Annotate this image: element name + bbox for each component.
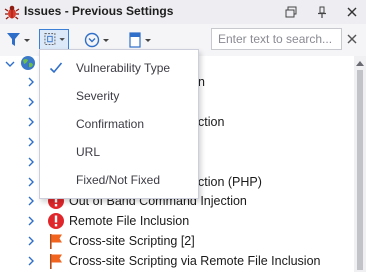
menu-item-vulnerability-type[interactable]: Vulnerability Type bbox=[41, 54, 197, 82]
menu-item-fixed-not-fixed[interactable]: Fixed/Not Fixed bbox=[41, 166, 197, 194]
tree-row-label: n bbox=[198, 75, 205, 89]
chevron-right-icon[interactable] bbox=[26, 117, 36, 127]
tree-row-label: Cross-site Scripting via Remote File Inc… bbox=[69, 254, 321, 268]
tree-row-label: Cross-site Scripting [2] bbox=[69, 234, 195, 248]
close-icon[interactable] bbox=[344, 4, 360, 20]
bug-icon bbox=[4, 5, 20, 20]
tree-row-label: Remote File Inclusion bbox=[69, 214, 190, 228]
critical-severity-icon bbox=[48, 213, 64, 229]
scrollbar-thumb[interactable] bbox=[357, 70, 363, 270]
tree-row-label: ction bbox=[198, 115, 225, 129]
menu-item-label: Fixed/Not Fixed bbox=[76, 173, 161, 187]
clear-search-icon[interactable] bbox=[346, 33, 358, 45]
globe-icon bbox=[21, 56, 35, 70]
chevron-right-icon[interactable] bbox=[26, 137, 36, 147]
menu-item-label: Severity bbox=[76, 89, 120, 103]
menu-item-label: Confirmation bbox=[76, 117, 145, 131]
chevron-right-icon[interactable] bbox=[26, 77, 36, 87]
menu-item-severity[interactable]: Severity bbox=[41, 82, 197, 110]
tree-row[interactable]: Remote File Inclusion bbox=[0, 211, 354, 231]
high-severity-flag-icon bbox=[50, 234, 62, 249]
vertical-scrollbar[interactable] bbox=[354, 56, 366, 272]
search-input[interactable] bbox=[211, 28, 342, 50]
high-severity-flag-icon bbox=[50, 254, 62, 269]
expand-collapse-icon[interactable] bbox=[82, 29, 112, 51]
group-by-icon[interactable] bbox=[39, 29, 69, 50]
menu-item-label: URL bbox=[76, 145, 101, 159]
menu-item-url[interactable]: URL bbox=[41, 138, 197, 166]
layout-icon[interactable] bbox=[126, 29, 154, 51]
chevron-right-icon[interactable] bbox=[26, 216, 36, 226]
tree-row[interactable]: Cross-site Scripting via Remote File Inc… bbox=[0, 251, 354, 271]
tree-row-label: ction (PHP) bbox=[198, 175, 262, 189]
restore-window-icon[interactable] bbox=[283, 4, 299, 20]
chevron-right-icon[interactable] bbox=[26, 256, 36, 266]
chevron-right-icon[interactable] bbox=[26, 157, 36, 167]
chevron-down-icon[interactable] bbox=[5, 59, 15, 69]
group-by-menu: Vulnerability Type Severity Confirmation… bbox=[39, 49, 199, 199]
checkmark-icon bbox=[49, 62, 63, 74]
scroll-up-arrow-icon[interactable] bbox=[356, 60, 364, 66]
menu-item-label: Vulnerability Type bbox=[76, 61, 171, 75]
menu-item-confirmation[interactable]: Confirmation bbox=[41, 110, 197, 138]
pin-icon[interactable] bbox=[314, 4, 330, 20]
chevron-right-icon[interactable] bbox=[26, 236, 36, 246]
filter-icon[interactable] bbox=[4, 29, 32, 51]
tree-row[interactable]: Cross-site Scripting [2] bbox=[0, 231, 354, 251]
chevron-right-icon[interactable] bbox=[26, 97, 36, 107]
chevron-right-icon[interactable] bbox=[26, 196, 36, 206]
title-bar: Issues - Previous Settings bbox=[0, 0, 366, 25]
window-title: Issues - Previous Settings bbox=[24, 4, 174, 18]
